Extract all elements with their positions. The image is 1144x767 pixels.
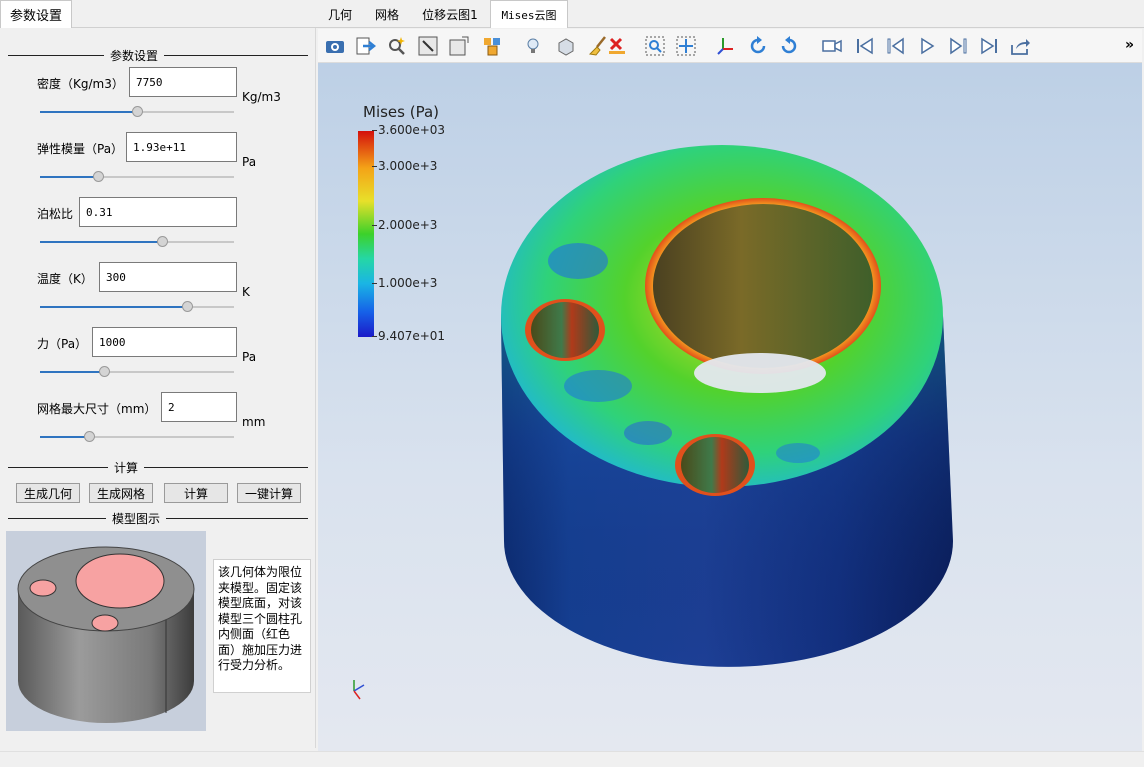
mesh-size-unit: mm: [242, 415, 266, 429]
model-group-title: 模型图示: [8, 511, 308, 526]
model-illustration: [6, 531, 206, 731]
generate-geometry-button[interactable]: 生成几何: [16, 483, 80, 503]
mesh-size-label: 网格最大尺寸（mm）: [37, 402, 157, 416]
share-icon[interactable]: [1008, 34, 1032, 58]
elastic-modulus-input[interactable]: 1.93e+11: [126, 132, 237, 162]
tab-displacement-contour[interactable]: 位移云图1: [410, 0, 490, 28]
legend-tick-2000: 2.000e+3: [371, 218, 438, 232]
density-input[interactable]: 7750: [129, 67, 237, 97]
calc-group-title: 计算: [8, 460, 308, 475]
video-camera-icon[interactable]: [820, 34, 844, 58]
density-unit: Kg/m3: [242, 90, 281, 104]
left-tab-bar: 参数设置: [0, 0, 316, 28]
temperature-input[interactable]: 300: [99, 262, 237, 292]
poisson-ratio-input[interactable]: 0.31: [79, 197, 237, 227]
density-slider[interactable]: [40, 106, 234, 118]
toolbar-overflow-icon[interactable]: »: [1125, 37, 1134, 53]
zoom-magic-icon[interactable]: [385, 34, 409, 58]
3d-viewport[interactable]: Mises (Pa) 3.600e+03 3.000e+3 2.000e+3 1…: [318, 63, 1142, 751]
rotate-ccw-icon[interactable]: [777, 34, 801, 58]
first-frame-icon[interactable]: [853, 34, 877, 58]
rotate-cw-icon[interactable]: [746, 34, 770, 58]
one-click-compute-button[interactable]: 一键计算: [237, 483, 301, 503]
legend-tick-max: 3.600e+03: [371, 123, 446, 137]
delete-icon[interactable]: [605, 34, 629, 58]
poisson-ratio-label: 泊松比: [37, 207, 74, 221]
force-unit: Pa: [242, 350, 257, 364]
light-bulb-icon[interactable]: [523, 34, 547, 58]
prev-frame-icon[interactable]: [884, 34, 908, 58]
view-tab-bar: 几何 网格 位移云图1 Mises云图: [316, 0, 1144, 28]
zoom-fit-icon[interactable]: [643, 34, 667, 58]
elastic-modulus-label: 弹性模量（Pa）: [37, 142, 124, 156]
elastic-modulus-slider[interactable]: [40, 171, 234, 183]
tab-parameters[interactable]: 参数设置: [0, 0, 72, 28]
play-icon[interactable]: [915, 34, 939, 58]
tab-mises-contour[interactable]: Mises云图: [490, 0, 568, 28]
tab-geometry[interactable]: 几何: [316, 0, 364, 28]
generate-mesh-button[interactable]: 生成网格: [89, 483, 153, 503]
camera-icon[interactable]: [323, 34, 347, 58]
force-label: 力（Pa）: [37, 337, 88, 351]
model-description: 该几何体为限位夹模型。固定该模型底面，对该模型三个圆柱孔内侧面（红色面）施加压力…: [213, 559, 311, 693]
pan-icon[interactable]: [674, 34, 698, 58]
tab-mesh[interactable]: 网格: [364, 0, 410, 28]
temperature-slider[interactable]: [40, 301, 234, 313]
temperature-unit: K: [242, 285, 250, 299]
view-toolbar: »: [318, 29, 1142, 63]
mises-contour-model: [501, 145, 953, 667]
last-frame-icon[interactable]: [977, 34, 1001, 58]
params-group-title: 参数设置: [8, 48, 308, 63]
force-input[interactable]: 1000: [92, 327, 237, 357]
mesh-size-slider[interactable]: [40, 431, 234, 443]
elastic-modulus-unit: Pa: [242, 155, 257, 169]
axes-orientation-icon: [353, 680, 365, 700]
temperature-label: 温度（K）: [37, 272, 93, 286]
export-icon[interactable]: [354, 34, 378, 58]
legend-title: Mises (Pa): [363, 103, 440, 121]
legend-color-bar: [358, 131, 374, 337]
density-label: 密度（Kg/m3）: [37, 77, 124, 91]
legend-tick-3000: 3.000e+3: [371, 159, 438, 173]
poisson-ratio-slider[interactable]: [40, 236, 234, 248]
force-slider[interactable]: [40, 366, 234, 378]
mesh-size-input[interactable]: 2: [161, 392, 237, 422]
next-frame-icon[interactable]: [946, 34, 970, 58]
window-icon[interactable]: [447, 34, 471, 58]
cube-icon[interactable]: [554, 34, 578, 58]
status-bar: [0, 751, 1144, 767]
select-box-icon[interactable]: [416, 34, 440, 58]
boxes-icon[interactable]: [481, 34, 505, 58]
legend-tick-1000: 1.000e+3: [371, 276, 438, 290]
axes-icon[interactable]: [714, 34, 738, 58]
legend-tick-min: 9.407e+01: [371, 329, 446, 343]
compute-button[interactable]: 计算: [164, 483, 228, 503]
